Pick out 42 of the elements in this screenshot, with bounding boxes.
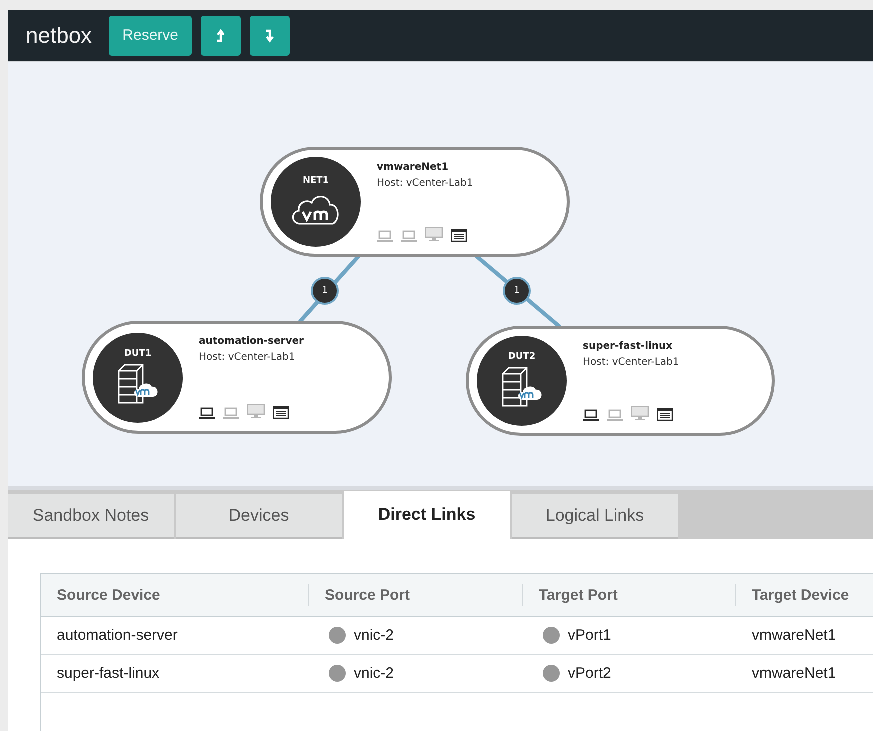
port-dot-icon — [329, 627, 346, 644]
tab[interactable]: Direct Links — [344, 491, 510, 539]
device-node[interactable]: NET1 vmwareNet1 Host: vCenter-Lab1 — [260, 147, 570, 257]
device-name: automation-server — [199, 336, 304, 347]
window-icon[interactable] — [451, 229, 467, 242]
port-dot-icon — [329, 665, 346, 682]
table-cell-text: automation-server — [56, 627, 179, 644]
port-dot-icon — [543, 665, 560, 682]
column-header: Target Port — [523, 584, 736, 606]
device-name: super-fast-linux — [583, 341, 674, 352]
tab[interactable]: Logical Links — [512, 494, 678, 539]
window-icon[interactable] — [657, 408, 673, 421]
laptop-icon[interactable] — [199, 407, 215, 419]
brand-logo-text: netbox — [26, 22, 92, 48]
table-cell: vPort1 — [568, 627, 612, 644]
table-cell-text: vmwareNet1 — [751, 665, 838, 682]
device-host: Host: vCenter-Lab1 — [583, 357, 680, 368]
column-header: Source Device — [41, 584, 309, 606]
link-count-badge: 1 — [311, 277, 339, 305]
device-host: Host: vCenter-Lab1 — [199, 352, 296, 363]
table-cell: vnic-2 — [354, 627, 394, 644]
device-host: Host: vCenter-Lab1 — [377, 178, 474, 189]
window-icon[interactable] — [273, 406, 289, 419]
device-name: vmwareNet1 — [377, 162, 450, 173]
column-header: Target Device — [751, 586, 850, 606]
link-count-badge: 1 — [503, 277, 531, 305]
table-cell-text: super-fast-linux — [56, 665, 161, 682]
turn-up-arrow-button[interactable] — [201, 16, 242, 56]
laptop-icon[interactable] — [583, 409, 599, 421]
device-node[interactable]: DUT2 super-fast-linux Host: vCenter-Lab1 — [466, 326, 775, 436]
tab[interactable]: Devices — [176, 494, 342, 539]
table-cell-text: vmwareNet1 — [751, 627, 838, 644]
table-cell: vPort2 — [568, 665, 612, 682]
device-node[interactable]: DUT1 automation-server Host: vCenter-Lab1 — [82, 321, 392, 434]
column-header: Source Port — [309, 584, 523, 606]
table-cell: vnic-2 — [354, 665, 394, 682]
device-label: DUT2 — [508, 352, 536, 362]
device-label: NET1 — [302, 176, 330, 186]
device-label: DUT1 — [124, 348, 152, 358]
tab[interactable]: Sandbox Notes — [8, 494, 174, 539]
port-dot-icon — [543, 627, 560, 644]
turn-down-arrow-button[interactable] — [250, 16, 290, 56]
